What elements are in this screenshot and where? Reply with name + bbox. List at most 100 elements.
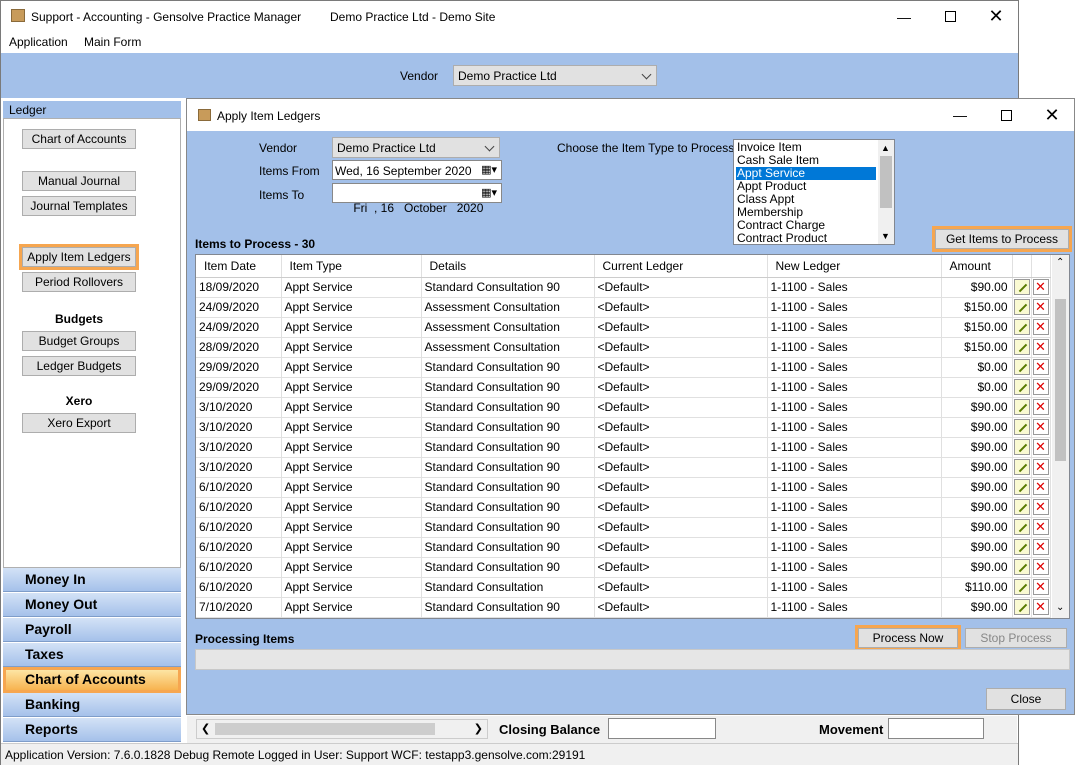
edit-icon[interactable] [1013,399,1030,415]
delete-icon[interactable]: ✕ [1032,299,1049,315]
col-item-date[interactable]: Item Date [196,255,282,278]
edit-icon[interactable] [1013,439,1030,455]
edit-icon[interactable] [1013,419,1030,435]
minimize-icon[interactable]: — [881,1,927,32]
maximize-icon[interactable] [983,99,1029,131]
manual-journal-button[interactable]: Manual Journal [22,171,136,191]
chart-of-accounts-button[interactable]: Chart of Accounts [22,129,136,149]
scroll-right-icon[interactable]: ❯ [474,722,483,735]
delete-icon[interactable]: ✕ [1032,599,1049,615]
edit-icon[interactable] [1013,299,1030,315]
table-row[interactable]: 6/10/2020 Appt Service Standard Consultati… [196,497,1051,518]
list-scroll-thumb[interactable] [880,156,892,208]
items-to-date[interactable]: Fri , 16 October 2020 ▦▾ [332,183,502,215]
delete-icon[interactable]: ✕ [1032,279,1049,295]
table-row[interactable]: 3/10/2020 Appt Service Standard Consultati… [196,397,1051,418]
ledger-budgets-button[interactable]: Ledger Budgets [22,356,136,376]
close-icon[interactable]: ✕ [1029,99,1075,131]
edit-icon[interactable] [1013,539,1030,555]
table-row[interactable]: 6/10/2020 Appt Service Standard Consultati… [196,557,1051,578]
table-row[interactable]: 24/09/2020 Appt Service Assessment Consult… [196,297,1051,318]
calendar-icon[interactable]: ▦▾ [481,163,497,176]
col-new-ledger[interactable]: New Ledger [767,255,942,278]
edit-icon[interactable] [1013,479,1030,495]
maximize-icon[interactable] [927,1,973,32]
edit-icon[interactable] [1013,359,1030,375]
edit-icon[interactable] [1013,559,1030,575]
nav-banking[interactable]: Banking [3,693,181,717]
table-row[interactable]: 6/10/2020 Appt Service Standard Consultati… [196,517,1051,538]
col-item-type[interactable]: Item Type [281,255,422,278]
delete-icon[interactable]: ✕ [1032,459,1049,475]
apply-item-ledgers-button[interactable]: Apply Item Ledgers [19,244,139,270]
chevron-down-icon[interactable]: ▼ [881,230,890,243]
nav-money-out[interactable]: Money Out [3,593,181,617]
table-row[interactable]: 3/10/2020 Appt Service Standard Consultati… [196,437,1051,458]
nav-reports[interactable]: Reports [3,718,181,742]
nav-chart-of-accounts[interactable]: Chart of Accounts [3,667,181,693]
col-amount[interactable]: Amount [941,255,1013,278]
minimize-icon[interactable]: — [937,99,983,131]
delete-icon[interactable]: ✕ [1032,499,1049,515]
table-row[interactable]: 18/09/2020 Appt Service Standard Consultat… [196,277,1051,298]
delete-icon[interactable]: ✕ [1032,399,1049,415]
edit-icon[interactable] [1013,519,1030,535]
menu-application[interactable]: Application [9,35,68,49]
menu-main-form[interactable]: Main Form [84,35,141,49]
items-from-date[interactable]: Wed, 16 September 2020 ▦▾ [332,160,502,180]
delete-icon[interactable]: ✕ [1032,359,1049,375]
edit-icon[interactable] [1013,459,1030,475]
table-row[interactable]: 24/09/2020 Appt Service Assessment Consult… [196,317,1051,338]
item-type-option[interactable]: Contract Product [737,232,894,245]
delete-icon[interactable]: ✕ [1032,539,1049,555]
delete-icon[interactable]: ✕ [1032,419,1049,435]
table-row[interactable]: 28/09/2020 Appt Service Assessment Consult… [196,337,1051,358]
table-row[interactable]: 3/10/2020 Appt Service Standard Consultati… [196,457,1051,478]
col-current-ledger[interactable]: Current Ledger [594,255,768,278]
edit-icon[interactable] [1013,599,1030,615]
get-items-button[interactable]: Get Items to Process [932,226,1072,252]
table-row[interactable]: 6/10/2020 Appt Service Standard Consultati… [196,537,1051,558]
grid-vertical-scrollbar[interactable]: ⌃ ⌄ [1052,255,1069,618]
delete-icon[interactable]: ✕ [1032,479,1049,495]
calendar-icon[interactable]: ▦▾ [481,186,497,199]
edit-icon[interactable] [1013,379,1030,395]
budget-groups-button[interactable]: Budget Groups [22,331,136,351]
edit-icon[interactable] [1013,579,1030,595]
chevron-up-icon[interactable]: ⌃ [1056,257,1064,268]
col-details[interactable]: Details [421,255,595,278]
delete-icon[interactable]: ✕ [1032,439,1049,455]
process-now-button[interactable]: Process Now [855,625,961,651]
table-row[interactable]: 29/09/2020 Appt Service Standard Consultat… [196,377,1051,398]
edit-icon[interactable] [1013,279,1030,295]
delete-icon[interactable]: ✕ [1032,379,1049,395]
delete-icon[interactable]: ✕ [1032,319,1049,335]
scroll-left-icon[interactable]: ❮ [201,722,210,735]
table-row[interactable]: 7/10/2020 Appt Service Standard Consultati… [196,597,1051,618]
grid-scroll-thumb[interactable] [1055,299,1066,461]
nav-money-in[interactable]: Money In [3,568,181,592]
period-rollovers-button[interactable]: Period Rollovers [22,272,136,292]
item-type-list[interactable]: Invoice Item Cash Sale Item Appt Service… [733,139,895,245]
chevron-down-icon[interactable]: ⌄ [1056,602,1064,613]
journal-templates-button[interactable]: Journal Templates [22,196,136,216]
table-row[interactable]: 3/10/2020 Appt Service Standard Consultati… [196,417,1051,438]
nav-taxes[interactable]: Taxes [3,643,181,667]
vendor-select[interactable]: Demo Practice Ltd [453,65,657,86]
child-vendor-select[interactable]: Demo Practice Ltd [332,137,500,158]
chevron-up-icon[interactable]: ▲ [881,142,890,155]
xero-export-button[interactable]: Xero Export [22,413,136,433]
scroll-thumb[interactable] [215,723,435,735]
horizontal-scrollbar[interactable]: ❮ ❯ [196,719,488,739]
close-icon[interactable]: ✕ [973,1,1019,32]
edit-icon[interactable] [1013,319,1030,335]
close-button[interactable]: Close [986,688,1066,710]
table-row[interactable]: 6/10/2020 Appt Service Standard Consultati… [196,577,1051,598]
list-scrollbar[interactable]: ▲ ▼ [878,140,894,244]
table-row[interactable]: 29/09/2020 Appt Service Standard Consultat… [196,357,1051,378]
delete-icon[interactable]: ✕ [1032,559,1049,575]
table-row[interactable]: 6/10/2020 Appt Service Standard Consultati… [196,477,1051,498]
stop-process-button[interactable]: Stop Process [965,628,1067,648]
delete-icon[interactable]: ✕ [1032,579,1049,595]
delete-icon[interactable]: ✕ [1032,519,1049,535]
